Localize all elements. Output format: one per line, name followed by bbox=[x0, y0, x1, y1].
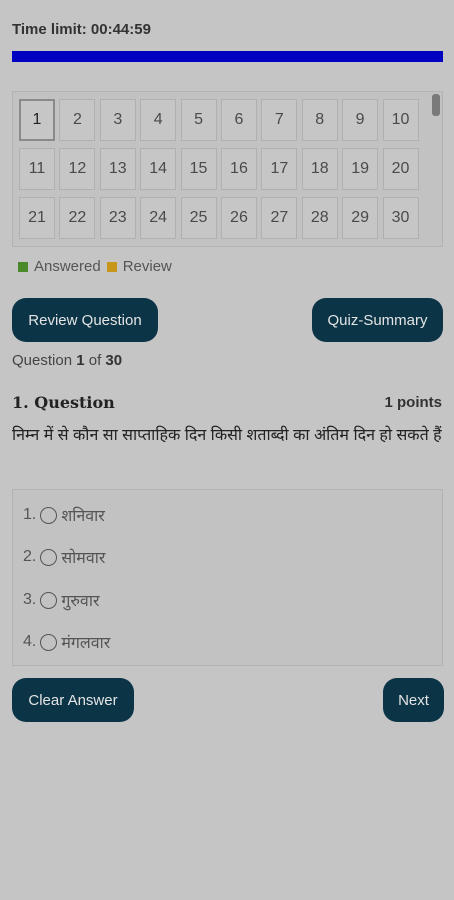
option-number: 3. bbox=[23, 591, 37, 608]
question-number-grid: 1 2 3 4 5 6 7 8 9 10 11 12 13 14 15 16 17 18 19 20 21 22 23 24 2… bbox=[19, 99, 419, 239]
question-number-28[interactable]: 28 bbox=[301, 197, 338, 239]
option-3[interactable]: 3. गुरुवार bbox=[23, 589, 100, 611]
question-number-5[interactable]: 5 bbox=[180, 99, 217, 141]
question-number-22[interactable]: 22 bbox=[59, 197, 96, 239]
option-number: 1. bbox=[23, 506, 37, 523]
radio-button[interactable] bbox=[40, 591, 58, 609]
question-number-20[interactable]: 20 bbox=[382, 148, 419, 190]
question-number-13[interactable]: 13 bbox=[99, 148, 136, 190]
quiz-summary-button[interactable]: Quiz-Summary bbox=[312, 298, 443, 342]
review-question-button[interactable]: Review Question bbox=[12, 298, 158, 342]
question-number-26[interactable]: 26 bbox=[220, 197, 257, 239]
question-number-2[interactable]: 2 bbox=[59, 99, 96, 141]
review-swatch bbox=[106, 261, 117, 272]
question-number-25[interactable]: 25 bbox=[180, 197, 217, 239]
radio-button[interactable] bbox=[40, 548, 58, 566]
question-number-19[interactable]: 19 bbox=[342, 148, 379, 190]
question-number-15[interactable]: 15 bbox=[180, 148, 217, 190]
question-text: निम्न में से कौन सा साप्ताहिक दिन किसी श… bbox=[12, 427, 442, 444]
question-number-14[interactable]: 14 bbox=[140, 148, 177, 190]
question-number-12[interactable]: 12 bbox=[59, 148, 96, 190]
question-number-16[interactable]: 16 bbox=[220, 148, 257, 190]
option-number: 2. bbox=[23, 548, 37, 565]
next-button[interactable]: Next bbox=[383, 678, 444, 722]
navigator-scrollbar[interactable] bbox=[432, 94, 440, 244]
question-number-4[interactable]: 4 bbox=[140, 99, 177, 141]
option-label: शनिवार bbox=[61, 508, 105, 525]
question-number-17[interactable]: 17 bbox=[261, 148, 298, 190]
time-progress-bar bbox=[12, 51, 443, 62]
option-label: मंगलवार bbox=[61, 635, 111, 652]
option-label: गुरुवार bbox=[61, 593, 100, 610]
question-counter: Question 1 of 30 bbox=[12, 352, 122, 369]
question-number-6[interactable]: 6 bbox=[220, 99, 257, 141]
answer-options: 1. शनिवार 2. सोमवार 3. गुरुवार 4. मंगलवा… bbox=[12, 489, 443, 666]
counter-total: 30 bbox=[105, 352, 123, 369]
question-number-8[interactable]: 8 bbox=[301, 99, 338, 141]
legend-answered-label: Answered bbox=[34, 258, 101, 275]
status-legend: Answered Review bbox=[18, 258, 172, 275]
option-number: 4. bbox=[23, 633, 37, 650]
question-number-21[interactable]: 21 bbox=[19, 197, 55, 239]
radio-button[interactable] bbox=[40, 633, 58, 651]
radio-button[interactable] bbox=[40, 506, 58, 524]
question-number-30[interactable]: 30 bbox=[382, 197, 419, 239]
option-4[interactable]: 4. मंगलवार bbox=[23, 631, 110, 653]
counter-prefix: Question bbox=[12, 352, 77, 369]
option-label: सोमवार bbox=[61, 550, 106, 567]
question-number-7[interactable]: 7 bbox=[261, 99, 298, 141]
question-number-23[interactable]: 23 bbox=[99, 197, 136, 239]
answered-swatch bbox=[18, 261, 28, 272]
counter-current: 1 bbox=[76, 352, 85, 369]
option-2[interactable]: 2. सोमवार bbox=[23, 546, 105, 568]
question-navigator: 1 2 3 4 5 6 7 8 9 10 11 12 13 14 15 16 17 18 19 20 21 22 23 24 2… bbox=[12, 91, 443, 247]
option-1[interactable]: 1. शनिवार bbox=[23, 504, 105, 526]
question-number-3[interactable]: 3 bbox=[99, 99, 136, 141]
question-number-9[interactable]: 9 bbox=[342, 99, 379, 141]
question-title: 1. Question bbox=[12, 393, 115, 412]
question-number-24[interactable]: 24 bbox=[140, 197, 177, 239]
clear-answer-button[interactable]: Clear Answer bbox=[12, 678, 134, 722]
time-progress-fill bbox=[12, 51, 443, 62]
question-number-29[interactable]: 29 bbox=[342, 197, 379, 239]
question-points: 1 points bbox=[384, 394, 442, 411]
counter-mid: of bbox=[84, 352, 106, 369]
time-limit-label: Time limit: 00:44:59 bbox=[12, 21, 151, 38]
question-number-10[interactable]: 10 bbox=[382, 99, 419, 141]
question-number-11[interactable]: 11 bbox=[19, 148, 55, 190]
question-number-27[interactable]: 27 bbox=[261, 197, 298, 239]
legend-review-label: Review bbox=[122, 258, 172, 275]
navigator-scroll-thumb[interactable] bbox=[432, 94, 440, 116]
question-number-18[interactable]: 18 bbox=[301, 148, 338, 190]
question-number-1[interactable]: 1 bbox=[19, 99, 55, 141]
